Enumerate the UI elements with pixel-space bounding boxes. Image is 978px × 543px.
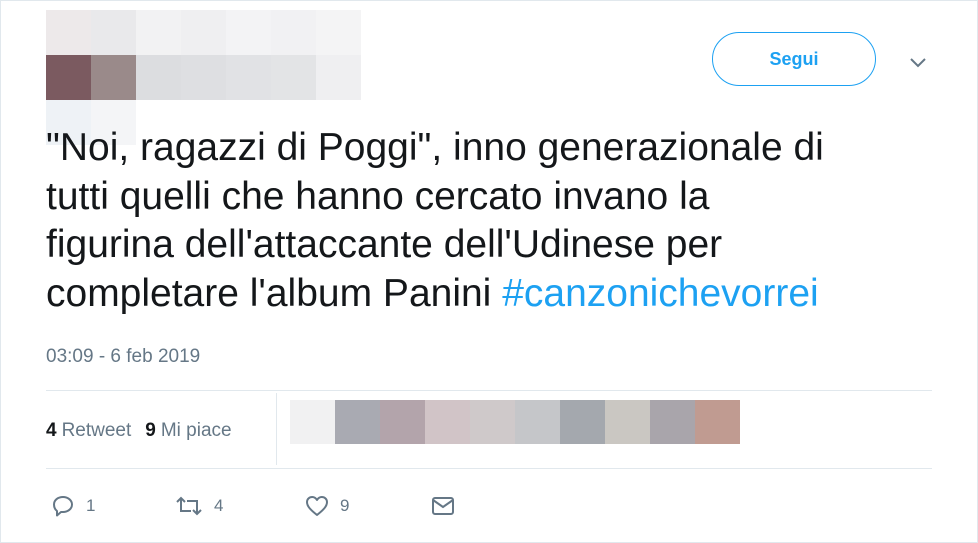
pixel-block — [91, 55, 136, 100]
divider — [46, 390, 932, 391]
pixel-block — [290, 400, 335, 444]
retweets-count: 4 — [46, 420, 57, 441]
follow-button[interactable]: Segui — [712, 32, 876, 86]
pixel-block — [425, 400, 470, 444]
divider — [46, 468, 932, 469]
tweet-line: "Noi, ragazzi di Poggi", inno generazion… — [46, 126, 824, 169]
tweet-stats: 4 Retweet 9 Mi piace — [46, 420, 232, 442]
heart-icon — [306, 496, 328, 516]
tweet-line-text: completare l'album Panini — [46, 271, 503, 315]
tweet-line: tutti quelli che hanno cercato invano la — [46, 174, 710, 218]
pixel-block — [91, 10, 136, 55]
chevron-down-icon[interactable] — [906, 53, 930, 73]
reply-button[interactable]: 1 — [50, 491, 95, 521]
avatar[interactable] — [46, 10, 136, 145]
tweet-line: figurina dell'attaccante dell'Udinese pe… — [46, 223, 723, 266]
pixel-block — [380, 400, 425, 444]
action-bar: 1 4 9 — [46, 491, 466, 521]
retweet-icon — [176, 496, 202, 516]
pixel-block — [271, 10, 316, 55]
timestamp[interactable]: 03:09 - 6 feb 2019 — [46, 346, 200, 368]
reply-count: 1 — [86, 496, 96, 515]
direct-message-button[interactable] — [430, 491, 456, 521]
pixel-block — [605, 400, 650, 444]
reply-icon — [53, 496, 73, 517]
tweet-line: completare l'album Panini #canzonichevor… — [46, 270, 946, 319]
like-button[interactable]: 9 — [304, 491, 349, 521]
pixel-block — [316, 10, 361, 55]
pixel-block — [560, 400, 605, 444]
pixel-block — [695, 400, 740, 444]
hashtag-link[interactable]: #canzonichevorrei — [502, 272, 819, 315]
pixel-block — [316, 55, 361, 100]
pixel-block — [136, 10, 181, 55]
pixel-block — [181, 10, 226, 55]
mail-icon — [432, 497, 454, 515]
retweets-label: Retweet — [61, 420, 132, 441]
divider — [276, 393, 277, 465]
pixel-block — [226, 10, 271, 55]
pixel-block — [46, 55, 91, 100]
tweet-text: "Noi, ragazzi di Poggi", inno generazion… — [46, 124, 946, 318]
pixel-block — [515, 400, 560, 444]
pixel-block — [136, 55, 181, 100]
pixel-block — [470, 400, 515, 444]
likes-label: Mi piace — [160, 420, 232, 441]
likes-stat[interactable]: 9 Mi piace — [145, 420, 231, 442]
likes-count: 9 — [145, 420, 156, 441]
retweets-stat[interactable]: 4 Retweet — [46, 420, 131, 442]
pixel-block — [335, 400, 380, 444]
pixel-block — [271, 55, 316, 100]
retweet-count: 4 — [214, 496, 224, 515]
pixel-block — [46, 10, 91, 55]
pixel-block — [181, 55, 226, 100]
pixel-block — [226, 55, 271, 100]
pixel-block — [650, 400, 695, 444]
likers-avatars[interactable] — [290, 400, 740, 444]
like-count: 9 — [340, 496, 350, 515]
author-name[interactable] — [136, 10, 361, 100]
retweet-button[interactable]: 4 — [174, 491, 223, 521]
